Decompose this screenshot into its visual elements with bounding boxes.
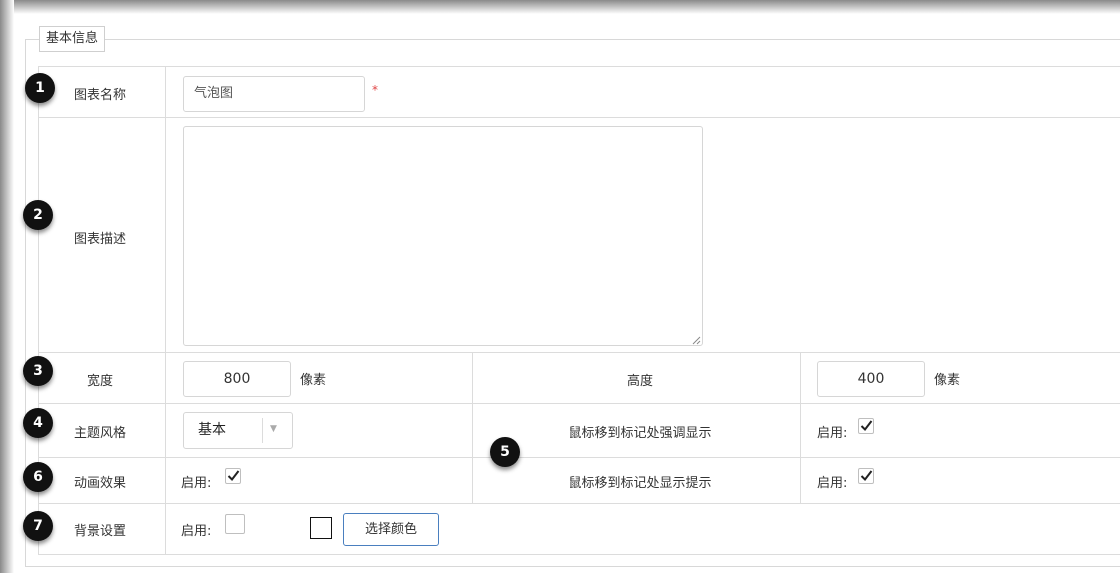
width-label: 宽度 (86, 374, 113, 389)
required-marker: * (372, 83, 378, 97)
hover-tooltip-enable-label: 启用: (817, 476, 848, 491)
grid-line (38, 457, 1120, 458)
grid-line (38, 117, 1120, 118)
grid-line (38, 66, 1120, 67)
background-color-swatch[interactable] (310, 517, 332, 539)
pick-color-button[interactable]: 选择颜色 (343, 513, 439, 546)
hover-emphasis-label: 鼠标移到标记处强调显示 (568, 426, 712, 441)
height-input[interactable]: 400 (817, 361, 925, 397)
hover-emphasis-enable-label: 启用: (817, 426, 848, 441)
grid-line (38, 503, 1120, 504)
height-unit: 像素 (934, 373, 961, 388)
height-label: 高度 (626, 374, 653, 389)
animation-label: 动画效果 (73, 476, 126, 491)
hover-tooltip-label: 鼠标移到标记处显示提示 (568, 476, 712, 491)
background-checkbox[interactable] (225, 514, 245, 534)
background-label: 背景设置 (73, 524, 126, 539)
hover-emphasis-checkbox[interactable] (858, 418, 874, 434)
step-badge-4: 4 (23, 408, 53, 438)
width-input[interactable]: 800 (183, 361, 291, 397)
animation-checkbox[interactable] (225, 468, 241, 484)
frame-shadow-left (0, 0, 14, 573)
hover-tooltip-checkbox[interactable] (858, 468, 874, 484)
grid-line (38, 403, 1120, 404)
chart-name-label: 图表名称 (73, 88, 126, 103)
frame-shadow-top (0, 0, 1120, 14)
check-icon (860, 420, 873, 432)
theme-label: 主题风格 (73, 426, 126, 441)
chart-name-input[interactable]: 气泡图 (183, 76, 365, 112)
grid-line (472, 352, 473, 504)
background-enable-label: 启用: (181, 524, 212, 539)
step-badge-6: 6 (23, 462, 53, 492)
resize-handle-icon[interactable] (692, 336, 701, 345)
width-unit: 像素 (300, 373, 327, 388)
theme-select-value: 基本 (198, 422, 226, 438)
grid-line (800, 352, 801, 504)
grid-line (165, 66, 166, 555)
step-badge-1: 1 (25, 73, 55, 103)
check-icon (227, 470, 240, 482)
fieldset-legend: 基本信息 (39, 26, 106, 52)
animation-enable-label: 启用: (181, 476, 212, 491)
step-badge-3: 3 (23, 356, 53, 386)
chevron-down-icon[interactable]: ▼ (270, 424, 277, 434)
step-badge-5: 5 (490, 437, 520, 467)
select-divider (262, 418, 263, 443)
grid-line (38, 554, 1120, 555)
step-badge-2: 2 (23, 200, 53, 230)
chart-desc-textarea[interactable] (183, 126, 703, 346)
check-icon (860, 470, 873, 482)
chart-desc-label: 图表描述 (73, 232, 126, 247)
grid-line (38, 352, 1120, 353)
step-badge-7: 7 (23, 511, 53, 541)
